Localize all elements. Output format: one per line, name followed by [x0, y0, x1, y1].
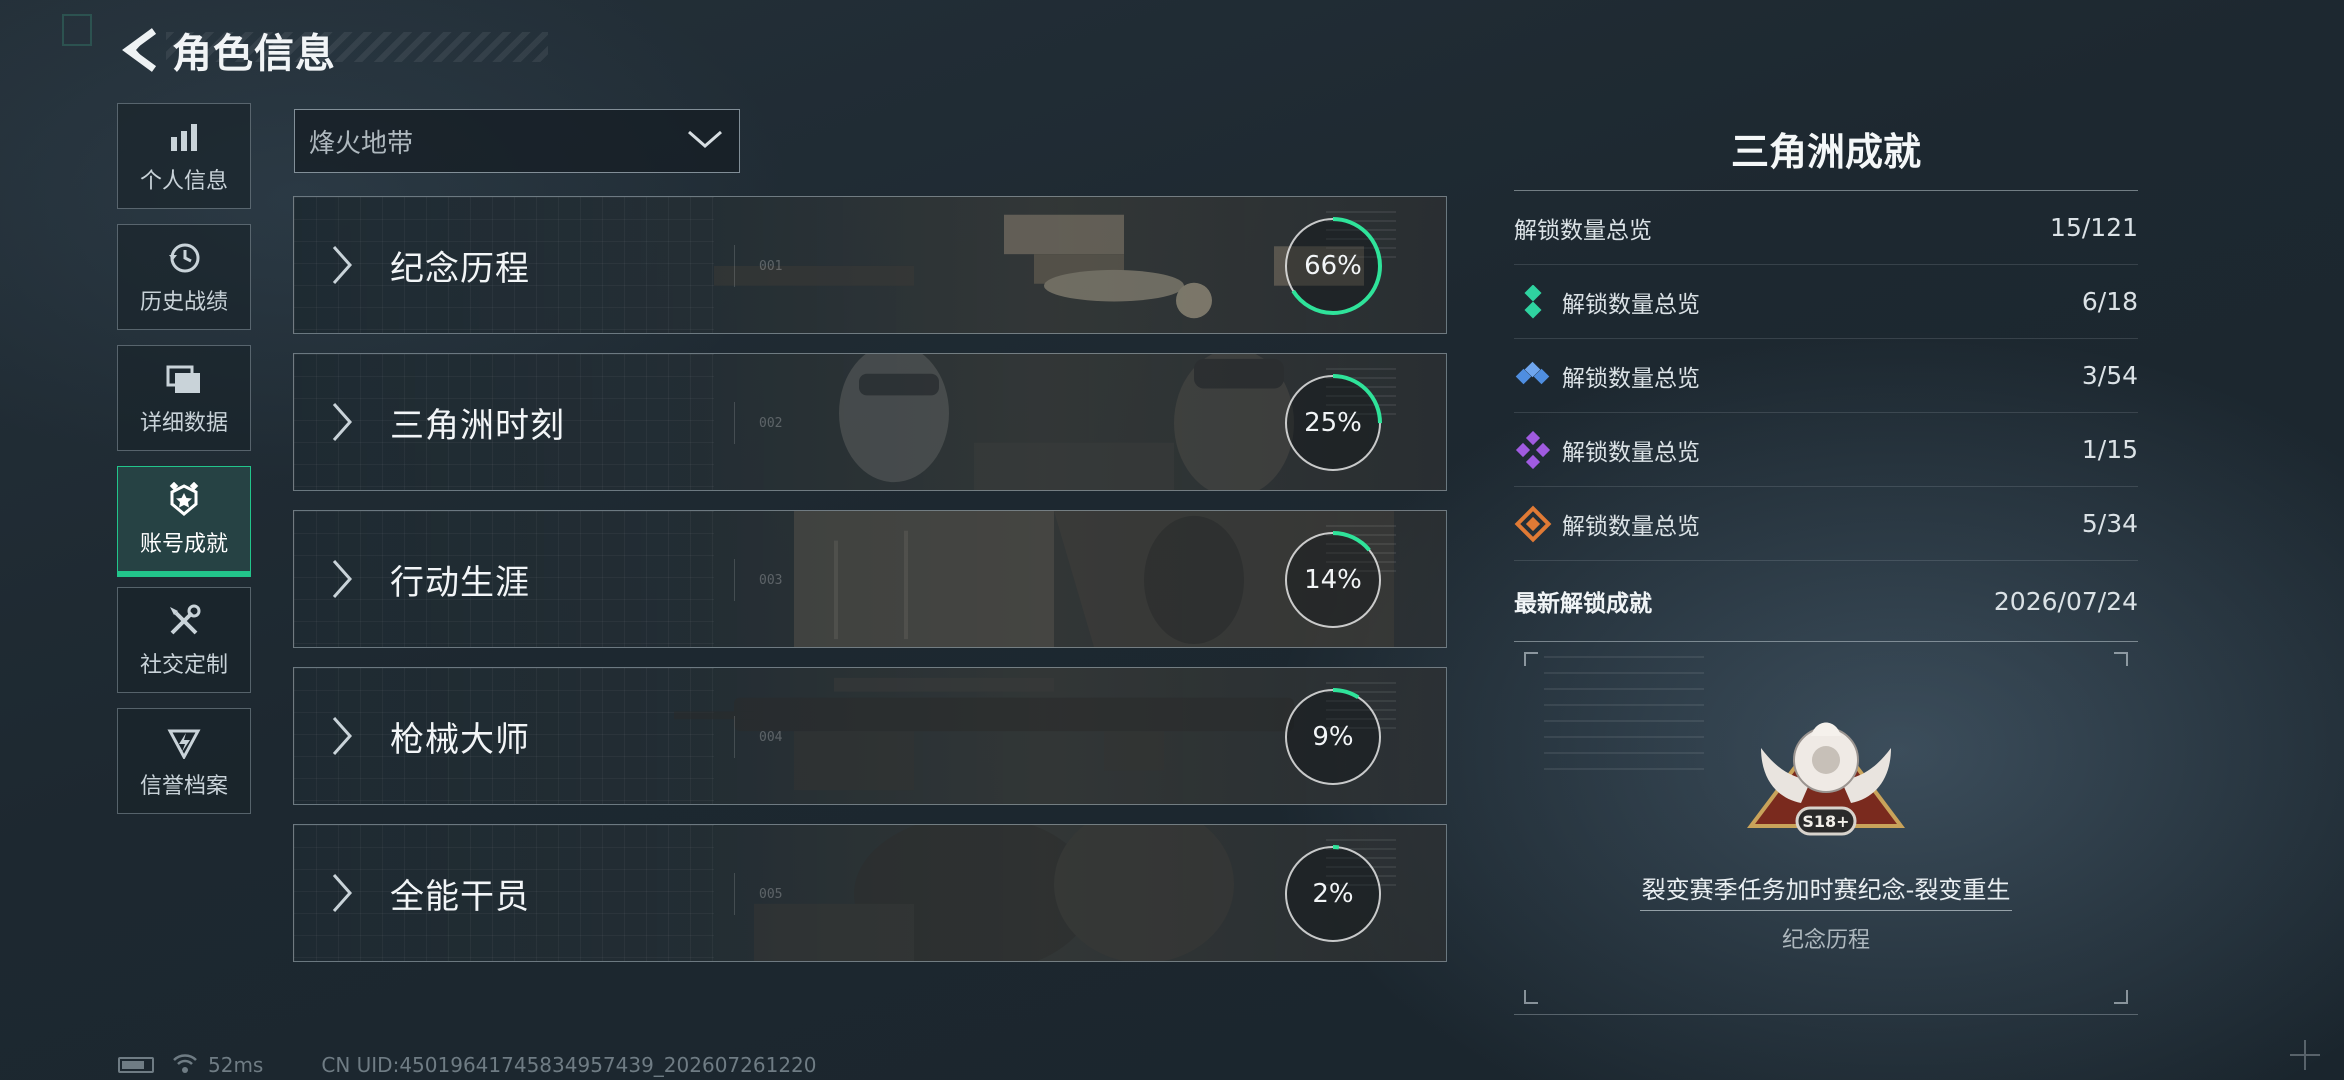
latest-achievement-category: 纪念历程 — [1781, 928, 1870, 953]
nav-item-label: 社交定制 — [139, 653, 228, 678]
frame-corner — [1524, 990, 1538, 1004]
nav-item-label: 详细数据 — [139, 411, 228, 436]
summary-label: 解锁数量总览 — [1562, 513, 1700, 540]
tools-icon — [164, 601, 204, 641]
latest-date: 2026/07/24 — [1993, 586, 2138, 616]
history-clock-icon — [164, 238, 204, 278]
summary-value: 15/121 — [2050, 213, 2138, 242]
category-label: 行动生涯 — [390, 563, 530, 603]
nav-item-label: 历史战绩 — [139, 290, 228, 315]
mode-select[interactable]: 烽火地带 — [294, 109, 740, 173]
frame-corner — [2114, 652, 2128, 666]
orange-tier-icon — [1514, 505, 1552, 543]
nav-item-achievements[interactable]: 账号成就 — [117, 466, 251, 577]
progress-percent: 66% — [1304, 251, 1362, 281]
summary-value: 5/34 — [2081, 509, 2138, 538]
nav-item-label: 信誉档案 — [139, 774, 228, 799]
summary-label: 解锁数量总览 — [1562, 365, 1700, 392]
status-bar: 52ms CN UID:4501964174583495743​9_202607… — [118, 1052, 817, 1078]
nav-item-profile[interactable]: 个人信息 — [117, 103, 251, 209]
summary-row-green: 解锁数量总览 6/18 — [1514, 265, 2138, 339]
progress-percent: 14% — [1304, 565, 1362, 595]
card-divider — [734, 245, 735, 287]
side-nav: 个人信息 历史战绩 详细数据 账号成就 社交定制 信誉档案 — [117, 103, 255, 829]
summary-label: 解锁数量总览 — [1562, 291, 1700, 318]
category-label: 枪械大师 — [390, 720, 530, 760]
category-label: 全能干员 — [390, 877, 530, 917]
header: 角色信息 — [118, 20, 336, 80]
green-tier-icon — [1514, 283, 1552, 321]
category-index: 004 — [759, 730, 783, 745]
ping-value: 52ms — [208, 1053, 264, 1077]
page-title: 角色信息 — [172, 31, 336, 77]
chevron-right-icon — [332, 874, 353, 912]
corner-frame-mark — [62, 14, 92, 46]
progress-percent: 9% — [1312, 722, 1354, 752]
achievement-category-list: 纪念历程 001 66% 三角洲时刻 002 25% 行动生涯 003 14% … — [293, 196, 1447, 981]
summary-row-blue: 解锁数量总览 3/54 — [1514, 339, 2138, 413]
achievement-badge-icon — [164, 480, 204, 520]
card-divider — [734, 402, 735, 444]
nav-item-label: 个人信息 — [139, 169, 228, 194]
latest-achievement-header: 最新解锁成就 2026/07/24 — [1514, 561, 2138, 642]
summary-value: 1/15 — [2081, 435, 2138, 464]
nav-item-label: 账号成就 — [139, 532, 228, 557]
latest-achievement-card[interactable]: S18+ 裂变赛季任务加时赛纪念-裂变重生 纪念历程 — [1514, 642, 2138, 1015]
progress-percent: 25% — [1304, 408, 1362, 438]
panel-title: 三角洲成就 — [1730, 130, 1921, 174]
folder-icon — [164, 359, 204, 399]
category-index: 003 — [759, 573, 783, 588]
category-label: 纪念历程 — [390, 249, 530, 289]
uid-text: CN UID:4501964174583495743​9_20260726122… — [321, 1053, 817, 1077]
chevron-down-icon — [687, 129, 723, 153]
progress-percent: 2% — [1312, 879, 1354, 909]
category-card-delta-moments[interactable]: 三角洲时刻 002 25% — [293, 353, 1447, 491]
back-button[interactable] — [118, 25, 162, 75]
decor-lines — [1544, 656, 1704, 776]
blue-tier-icon — [1514, 357, 1552, 395]
summary-label: 解锁数量总览 — [1514, 217, 1652, 244]
chevron-right-icon — [332, 403, 353, 441]
frame-corner — [2114, 990, 2128, 1004]
mode-select-value: 烽火地带 — [309, 128, 414, 159]
nav-item-details[interactable]: 详细数据 — [117, 345, 251, 451]
summary-label: 解锁数量总览 — [1562, 439, 1700, 466]
frame-corner — [1524, 652, 1538, 666]
card-divider — [734, 559, 735, 601]
chevron-right-icon — [332, 560, 353, 598]
achievement-badge-image: S18+ — [1747, 722, 1905, 836]
latest-achievement-name: 裂变赛季任务加时赛纪念-裂变重生 — [1641, 876, 2011, 904]
nav-item-social[interactable]: 社交定制 — [117, 587, 251, 693]
battery-icon — [118, 1057, 154, 1073]
bar-chart-icon — [164, 117, 204, 157]
summary-value: 3/54 — [2081, 361, 2138, 390]
credit-shield-icon — [164, 722, 204, 762]
nav-item-credit[interactable]: 信誉档案 — [117, 708, 251, 814]
wifi-icon — [172, 1052, 198, 1079]
card-divider — [734, 873, 735, 915]
summary-row-total: 解锁数量总览 15/121 — [1514, 191, 2138, 265]
badge-season-text: S18+ — [1802, 812, 1849, 831]
purple-tier-icon — [1514, 430, 1552, 469]
achievement-summary-panel: 三角洲成就 解锁数量总览 15/121 解锁数量总览 6/18 解锁数量总览 3… — [1514, 120, 2138, 1015]
name-underline — [1640, 910, 2012, 911]
category-card-weapon-master[interactable]: 枪械大师 004 9% — [293, 667, 1447, 805]
category-card-memorial[interactable]: 纪念历程 001 66% — [293, 196, 1447, 334]
category-label: 三角洲时刻 — [390, 406, 565, 446]
category-card-all-round-operator[interactable]: 全能干员 005 2% — [293, 824, 1447, 962]
summary-row-purple: 解锁数量总览 1/15 — [1514, 413, 2138, 487]
chevron-right-icon — [332, 717, 353, 755]
category-index: 001 — [759, 259, 783, 274]
back-arrow-icon — [122, 28, 157, 72]
nav-item-history[interactable]: 历史战绩 — [117, 224, 251, 330]
crosshair-icon — [2290, 1040, 2320, 1070]
card-divider — [734, 716, 735, 758]
summary-value: 6/18 — [2081, 287, 2138, 316]
category-index: 002 — [759, 416, 783, 431]
category-index: 005 — [759, 887, 783, 902]
chevron-right-icon — [332, 246, 353, 284]
category-card-career[interactable]: 行动生涯 003 14% — [293, 510, 1447, 648]
summary-row-orange: 解锁数量总览 5/34 — [1514, 487, 2138, 561]
latest-label: 最新解锁成就 — [1514, 591, 1652, 617]
